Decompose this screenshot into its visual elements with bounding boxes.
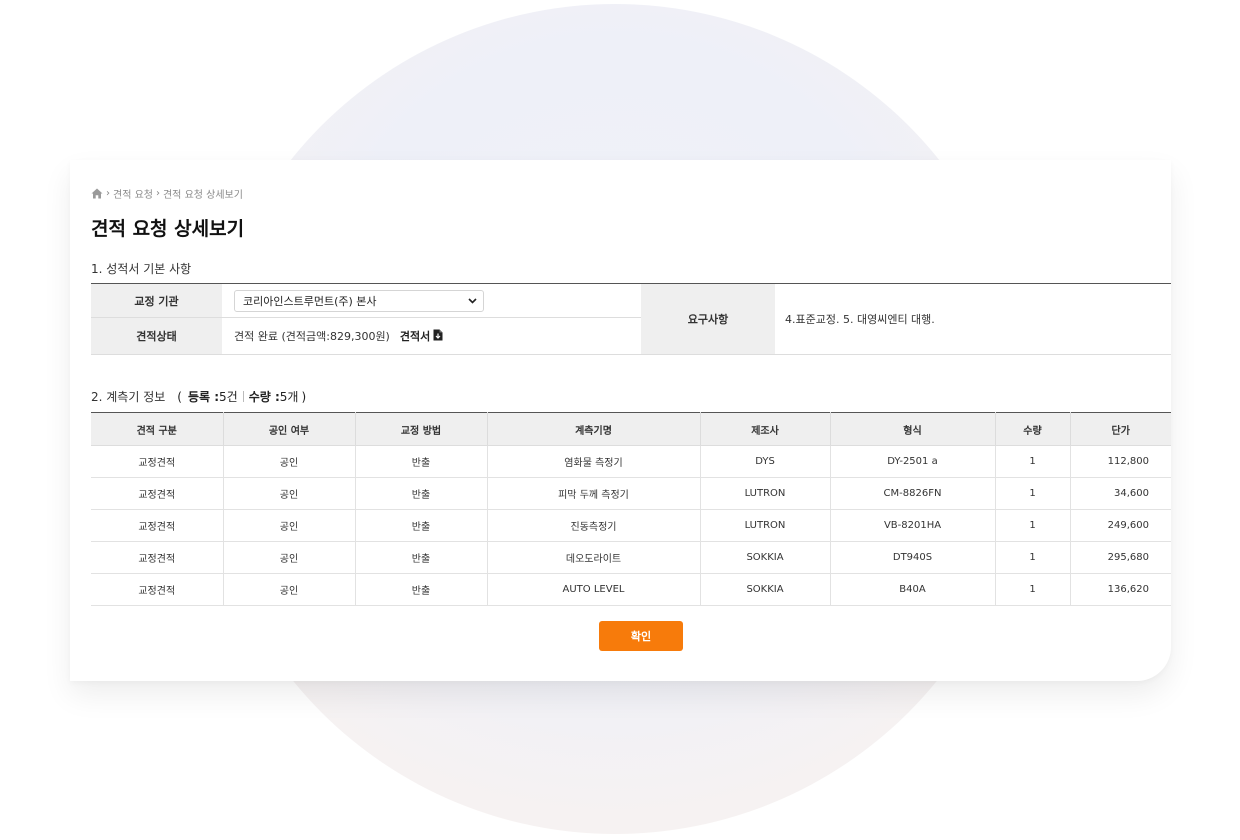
column-header: 계측기명 [487, 412, 701, 446]
table-cell: 반출 [355, 445, 488, 478]
section-basic-info-title: 1. 성적서 기본 사항 [91, 262, 192, 276]
document-download-icon [433, 329, 443, 344]
requirements-value: 4.표준교정. 5. 대영씨엔티 대행. [785, 313, 935, 326]
table-cell: 1 [995, 477, 1071, 510]
table-cell: 염화물 측정기 [487, 445, 701, 478]
close-paren: ) [301, 389, 307, 404]
home-icon[interactable] [91, 188, 103, 199]
column-header: 교정 방법 [355, 412, 488, 446]
table-cell: 295,680 [1070, 541, 1171, 574]
table-cell: 136,620 [1070, 573, 1171, 606]
instrument-counts: ( 등록 : 5건 수량 : 5개 ) [177, 388, 306, 405]
column-header: 제조사 [700, 412, 831, 446]
table-cell: 교정견적 [91, 477, 224, 510]
institution-select[interactable]: 코리아인스트루먼트(주) 본사 [234, 289, 484, 312]
table-cell: 249,600 [1070, 509, 1171, 542]
table-cell: 1 [995, 541, 1071, 574]
column-header: 견적 구분 [91, 412, 224, 446]
table-cell: 반출 [355, 509, 488, 542]
table-cell: 1 [995, 573, 1071, 606]
chevron-right-icon: › [106, 188, 110, 199]
basic-info-table: 교정 기관 코리아인스트루먼트(주) 본사 견적상태 견적 완료 (견적금액:8… [91, 283, 1171, 355]
page-title: 견적 요청 상세보기 [91, 218, 245, 240]
table-cell: 공인 [223, 477, 356, 510]
status-value: 견적 완료 (견적금액:829,300원) [234, 330, 390, 343]
table-cell: 공인 [223, 573, 356, 606]
open-paren: ( [177, 389, 182, 404]
table-cell: 반출 [355, 573, 488, 606]
table-cell: SOKKIA [700, 573, 831, 606]
table-row: 교정견적 공인 반출 피막 두께 측정기 LUTRON CM-8826FN 1 … [91, 477, 1171, 510]
requirements-label: 요구사항 [641, 284, 775, 354]
status-cell: 견적 완료 (견적금액:829,300원) 견적서 [222, 318, 641, 354]
column-header: 수량 [995, 412, 1071, 446]
table-cell: 1 [995, 445, 1071, 478]
table-header-row: 견적 구분 공인 여부 교정 방법 계측기명 제조사 형식 수량 단가 [91, 412, 1171, 446]
institution-select-value: 코리아인스트루먼트(주) 본사 [243, 294, 377, 308]
table-row: 교정견적 공인 반출 AUTO LEVEL SOKKIA B40A 1 136,… [91, 573, 1171, 606]
table-row: 교정견적 공인 반출 염화물 측정기 DYS DY-2501 a 1 112,8… [91, 445, 1171, 478]
breadcrumb-item-quote-request[interactable]: 견적 요청 [113, 186, 153, 201]
section-instrument-info-title: 2. 계측기 정보 ( 등록 : 5건 수량 : 5개 ) [91, 388, 306, 405]
table-cell: 교정견적 [91, 573, 224, 606]
table-cell: SOKKIA [700, 541, 831, 574]
chevron-down-icon [468, 294, 477, 307]
column-header: 형식 [830, 412, 996, 446]
confirm-button[interactable]: 확인 [599, 621, 683, 651]
table-cell: 1 [995, 509, 1071, 542]
table-cell: DYS [700, 445, 831, 478]
table-cell: 진동측정기 [487, 509, 701, 542]
table-cell: 교정견적 [91, 445, 224, 478]
table-cell: B40A [830, 573, 996, 606]
table-cell: 공인 [223, 509, 356, 542]
chevron-right-icon: › [155, 188, 160, 199]
registered-count: 5건 [219, 390, 238, 404]
table-cell: LUTRON [700, 509, 831, 542]
table-row: 교정견적 공인 반출 진동측정기 LUTRON VB-8201HA 1 249,… [91, 509, 1171, 542]
registered-label: 등록 : [187, 390, 220, 404]
breadcrumb-item-current: 견적 요청 상세보기 [162, 190, 243, 201]
table-cell: CM-8826FN [830, 477, 996, 510]
divider [242, 391, 244, 402]
table-cell: 반출 [355, 541, 488, 574]
table-cell: 공인 [223, 445, 356, 478]
column-header: 단가 [1070, 412, 1171, 446]
table-cell: 피막 두께 측정기 [487, 477, 701, 510]
quantity-label: 수량 : [248, 390, 280, 404]
instrument-section-label: 2. 계측기 정보 [91, 390, 166, 404]
status-label: 견적상태 [91, 318, 222, 354]
table-cell: 데오도라이트 [487, 541, 701, 574]
breadcrumb: › 견적 요청 › 견적 요청 상세보기 [91, 186, 243, 201]
table-cell: 34,600 [1070, 477, 1171, 510]
quantity-count: 5개 [279, 390, 299, 404]
table-cell: 공인 [223, 541, 356, 574]
table-cell: 교정견적 [91, 541, 224, 574]
table-cell: 112,800 [1070, 445, 1171, 478]
table-cell: AUTO LEVEL [487, 573, 701, 606]
quote-document-link[interactable]: 견적서 [400, 328, 443, 344]
table-cell: 교정견적 [91, 509, 224, 542]
table-row: 교정견적 공인 반출 데오도라이트 SOKKIA DT940S 1 295,68… [91, 541, 1171, 574]
table-cell: VB-8201HA [830, 509, 996, 542]
institution-label: 교정 기관 [91, 284, 222, 318]
instrument-table: 견적 구분 공인 여부 교정 방법 계측기명 제조사 형식 수량 단가 교정견적… [91, 412, 1171, 606]
institution-cell: 코리아인스트루먼트(주) 본사 [222, 284, 641, 318]
quote-detail-card: › 견적 요청 › 견적 요청 상세보기 견적 요청 상세보기 1. 성적서 기… [70, 160, 1171, 681]
table-cell: DY-2501 a [830, 445, 996, 478]
quote-document-label: 견적서 [399, 330, 431, 343]
table-cell: 반출 [355, 477, 488, 510]
table-cell: LUTRON [700, 477, 831, 510]
column-header: 공인 여부 [223, 412, 356, 446]
table-cell: DT940S [830, 541, 996, 574]
